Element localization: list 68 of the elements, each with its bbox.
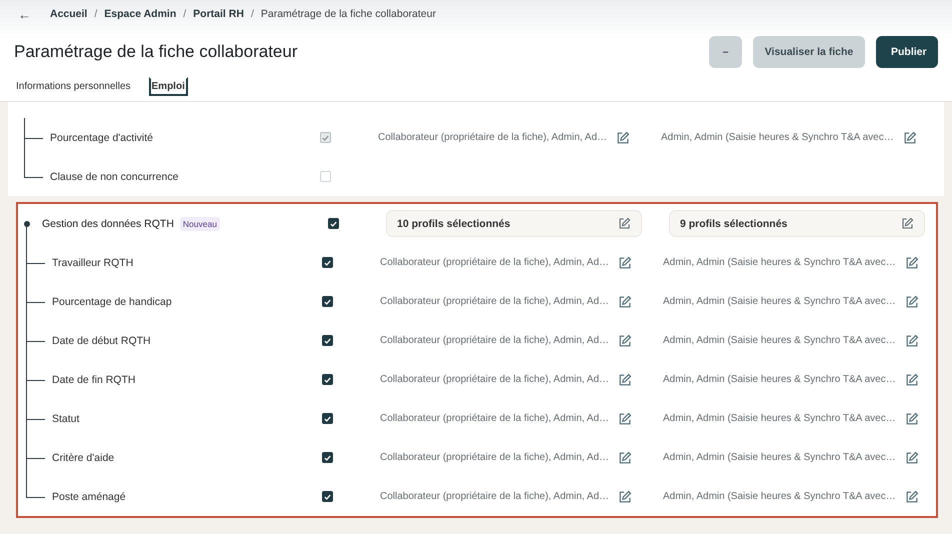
profiles-list: Collaborateur (propriétaire de la fiche), Admin, Ad…	[378, 132, 608, 143]
profiles-selector[interactable]: 9 profils sélectionnés	[669, 210, 925, 237]
breadcrumb-link[interactable]: Accueil	[50, 8, 88, 20]
field-label: Pourcentage de handicap	[52, 296, 172, 308]
profiles-list: Admin, Admin (Saisie heures & Synchro T&A avec…	[663, 374, 896, 385]
field-label: Travailleur RQTH	[52, 256, 134, 268]
profiles-list: Collaborateur (propriétaire de la fiche), Admin, Ad…	[380, 296, 610, 307]
breadcrumb-link[interactable]: Portail RH	[193, 8, 244, 20]
edit-icon[interactable]	[904, 372, 919, 386]
checkbox[interactable]	[322, 413, 333, 424]
field-label: Critère d'aide	[52, 452, 114, 464]
publish-button[interactable]: Publier	[876, 36, 938, 68]
edit-icon[interactable]	[618, 490, 632, 504]
breadcrumb-separator: /	[183, 8, 186, 20]
profiles-list: Admin, Admin (Saisie heures & Synchro T&A avec…	[663, 335, 896, 346]
field-label: Statut	[52, 412, 80, 424]
field-label: Poste aménagé	[52, 490, 126, 502]
profiles-list: Collaborateur (propriétaire de la fiche), Admin, Ad…	[380, 491, 610, 502]
edit-icon[interactable]	[618, 256, 632, 270]
profiles-list: Admin, Admin (Saisie heures & Synchro T&A avec…	[663, 257, 896, 268]
edit-icon[interactable]	[904, 334, 919, 348]
field-label: Date de début RQTH	[52, 334, 151, 346]
edit-icon[interactable]	[904, 450, 919, 464]
checkbox[interactable]	[322, 491, 333, 502]
profiles-list: Admin, Admin (Saisie heures & Synchro T&A avec…	[663, 296, 896, 307]
edit-icon	[901, 217, 914, 230]
profiles-selector[interactable]: 10 profils sélectionnés	[386, 210, 642, 237]
profiles-list: Collaborateur (propriétaire de la fiche), Admin, Ad…	[380, 374, 610, 385]
edit-icon[interactable]	[618, 372, 632, 386]
breadcrumb-separator: /	[94, 8, 98, 20]
field-label: Pourcentage d'activité	[50, 132, 153, 144]
edit-icon[interactable]	[616, 130, 630, 144]
edit-icon[interactable]	[902, 130, 917, 144]
edit-icon	[618, 217, 631, 230]
field-label: Gestion des données RQTH	[42, 218, 174, 230]
checkbox[interactable]	[328, 218, 339, 229]
checkbox[interactable]	[322, 452, 333, 463]
edit-icon[interactable]	[904, 490, 919, 504]
back-arrow[interactable]: ←	[18, 6, 31, 22]
tab[interactable]: Informations personnelles	[14, 77, 133, 96]
profiles-list: Collaborateur (propriétaire de la fiche), Admin, Ad…	[380, 335, 610, 346]
checkbox[interactable]	[322, 296, 333, 307]
field-label: Date de fin RQTH	[52, 374, 136, 386]
preview-button[interactable]: Visualiser la fiche	[753, 36, 865, 68]
profiles-list: Admin, Admin (Saisie heures & Synchro T&A avec…	[663, 452, 896, 463]
edit-icon[interactable]	[904, 256, 919, 270]
edit-icon[interactable]	[618, 450, 632, 464]
profiles-list: Collaborateur (propriétaire de la fiche), Admin, Ad…	[380, 452, 610, 463]
breadcrumb-link[interactable]: Espace Admin	[104, 8, 176, 20]
edit-icon[interactable]	[904, 294, 919, 308]
profiles-list: Collaborateur (propriétaire de la fiche), Admin, Ad…	[380, 257, 610, 268]
breadcrumb-separator: /	[250, 8, 254, 20]
checkbox[interactable]	[322, 374, 333, 385]
new-badge: Nouveau	[180, 216, 220, 230]
profiles-list: Admin, Admin (Saisie heures & Synchro T&A avec…	[663, 491, 896, 502]
profiles-list: Admin, Admin (Saisie heures & Synchro T&A avec…	[663, 413, 896, 424]
checkbox[interactable]	[322, 257, 333, 268]
checkbox[interactable]	[322, 335, 333, 346]
edit-icon[interactable]	[618, 334, 632, 348]
edit-icon[interactable]	[618, 412, 632, 426]
tab[interactable]: Emploi	[148, 77, 188, 96]
edit-icon[interactable]	[618, 294, 632, 308]
page-title: Paramétrage de la fiche collaborateur	[14, 42, 298, 62]
profiles-list: Admin, Admin (Saisie heures & Synchro T&A avec…	[661, 132, 894, 143]
field-label: Clause de non concurrence	[50, 170, 178, 182]
edit-icon[interactable]	[904, 412, 919, 426]
profiles-list: Collaborateur (propriétaire de la fiche), Admin, Ad…	[380, 413, 610, 424]
more-button[interactable]: –	[709, 36, 742, 68]
